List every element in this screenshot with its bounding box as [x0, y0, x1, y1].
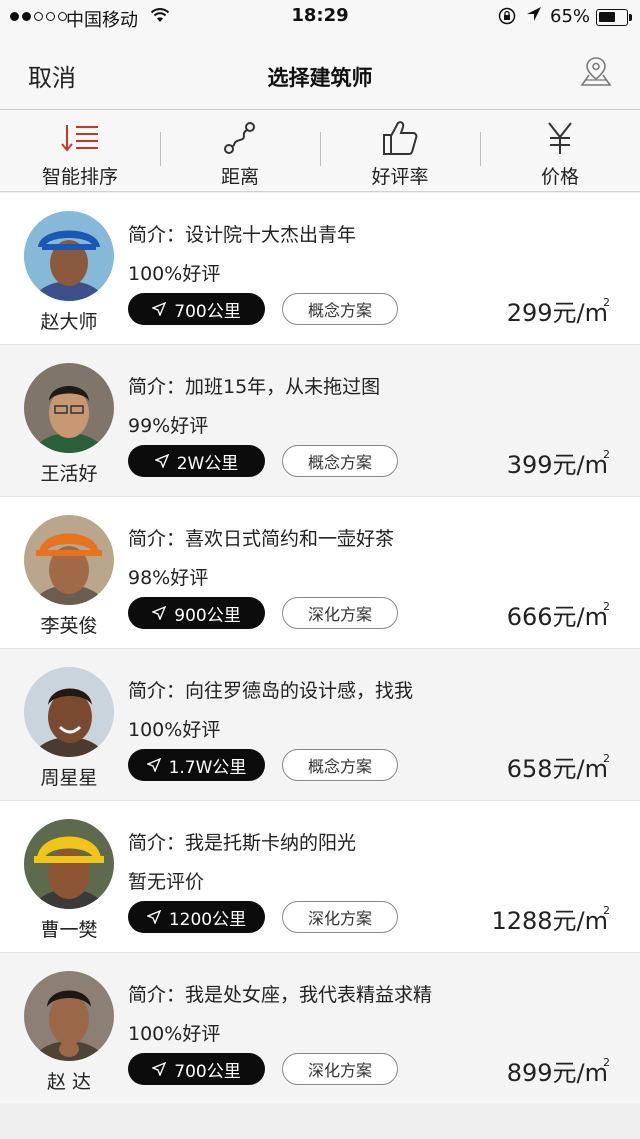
distance-value: 1.7W公里	[168, 757, 247, 778]
distance-button[interactable]: 900公里	[128, 597, 265, 629]
status-bar: 中国移动 18:29 65%	[0, 0, 640, 36]
page-title: 选择建筑师	[267, 66, 373, 90]
price-unit-superscript: 2	[603, 296, 610, 309]
price-unit-superscript: 2	[603, 904, 610, 917]
architect-row[interactable]: 李英俊 简介：喜欢日式简约和一壶好茶 98%好评 900公里 深化方案 666元…	[0, 497, 640, 649]
sort-distance-tab[interactable]: 距离	[160, 110, 320, 192]
price-unit-superscript: 2	[603, 600, 610, 613]
distance-value: 700公里	[174, 1061, 241, 1082]
plan-type-button[interactable]: 概念方案	[282, 445, 398, 477]
map-pin-icon[interactable]	[578, 54, 614, 90]
distance-value: 700公里	[174, 301, 241, 322]
clock: 18:29	[291, 5, 349, 26]
navigate-arrow-icon	[152, 302, 167, 316]
battery-icon	[596, 9, 628, 26]
price: 299元/m	[506, 299, 608, 327]
plan-type-button[interactable]: 深化方案	[282, 901, 398, 933]
architect-intro: 简介：喜欢日式简约和一壶好茶	[128, 528, 395, 550]
battery-tip	[629, 14, 632, 21]
architect-rating: 98%好评	[128, 567, 209, 589]
distance-button[interactable]: 700公里	[128, 1053, 265, 1085]
architect-intro: 简介：我是处女座，我代表精益求精	[128, 984, 433, 1006]
sort-smart-tab[interactable]: 智能排序	[0, 110, 160, 192]
architect-intro: 简介：加班15年，从未拖过图	[128, 376, 381, 398]
navigate-arrow-icon	[152, 1062, 167, 1076]
architect-row[interactable]: 曹一樊 简介：我是托斯卡纳的阳光 暂无评价 1200公里 深化方案 1288元/…	[0, 801, 640, 953]
sort-rating-tab[interactable]: 好评率	[320, 110, 480, 192]
architect-row[interactable]: 赵大师 简介：设计院十大杰出青年 100%好评 700公里 概念方案 299元/…	[0, 193, 640, 345]
avatar	[24, 971, 114, 1061]
location-arrow-icon	[526, 5, 542, 28]
sort-divider	[480, 132, 481, 166]
avatar	[24, 515, 114, 605]
architect-rating: 99%好评	[128, 415, 209, 437]
price: 399元/m	[506, 451, 608, 479]
plan-type-button[interactable]: 概念方案	[282, 749, 398, 781]
distance-value: 2W公里	[176, 453, 239, 474]
architect-name: 王活好	[40, 463, 98, 485]
thumbs-up-icon	[380, 120, 420, 156]
plan-type-button[interactable]: 深化方案	[282, 1053, 398, 1085]
price: 899元/m	[506, 1059, 608, 1087]
avatar	[24, 211, 114, 301]
distance-value: 1200公里	[168, 909, 247, 930]
price-unit-superscript: 2	[603, 1056, 610, 1069]
architect-row[interactable]: 王活好 简介：加班15年，从未拖过图 99%好评 2W公里 概念方案 399元/…	[0, 345, 640, 497]
price: 666元/m	[506, 603, 608, 631]
architect-intro: 简介：我是托斯卡纳的阳光	[128, 832, 357, 854]
price-unit-superscript: 2	[603, 752, 610, 765]
architect-list: 赵大师 简介：设计院十大杰出青年 100%好评 700公里 概念方案 299元/…	[0, 193, 640, 1103]
avatar	[24, 819, 114, 909]
sort-divider	[160, 132, 161, 166]
navigate-arrow-icon	[154, 454, 169, 468]
orientation-lock-icon	[498, 7, 516, 29]
sort-price-label: 价格	[540, 166, 579, 188]
plan-type-button[interactable]: 概念方案	[282, 293, 398, 325]
yen-icon	[542, 120, 578, 156]
architect-name: 李英俊	[40, 615, 98, 637]
architect-rating: 100%好评	[128, 719, 221, 741]
architect-rating: 100%好评	[128, 1023, 221, 1045]
distance-button[interactable]: 1200公里	[128, 901, 265, 933]
navigate-arrow-icon	[146, 910, 161, 924]
architect-rating: 100%好评	[128, 263, 221, 285]
plan-type-button[interactable]: 深化方案	[282, 597, 398, 629]
distance-button[interactable]: 1.7W公里	[128, 749, 265, 781]
battery-percent: 65%	[550, 6, 591, 27]
avatar	[24, 363, 114, 453]
avatar	[24, 667, 114, 757]
sort-price-tab[interactable]: 价格	[480, 110, 640, 192]
sort-smart-label: 智能排序	[41, 166, 118, 188]
sort-rating-label: 好评率	[371, 166, 429, 188]
navigate-arrow-icon	[152, 606, 167, 620]
route-icon	[220, 120, 260, 156]
distance-button[interactable]: 2W公里	[128, 445, 265, 477]
sort-divider	[320, 132, 321, 166]
navigation-bar: 取消 选择建筑师	[0, 36, 640, 110]
architect-row[interactable]: 赵 达 简介：我是处女座，我代表精益求精 100%好评 700公里 深化方案 8…	[0, 953, 640, 1103]
navigate-arrow-icon	[146, 758, 161, 772]
architect-name: 赵大师	[40, 311, 98, 333]
price: 658元/m	[506, 755, 608, 783]
architect-intro: 简介：向往罗德岛的设计感，找我	[128, 680, 414, 702]
distance-button[interactable]: 700公里	[128, 293, 265, 325]
sort-distance-label: 距离	[220, 166, 259, 188]
architect-name: 周星星	[40, 767, 98, 789]
architect-row[interactable]: 周星星 简介：向往罗德岛的设计感，找我 100%好评 1.7W公里 概念方案 6…	[0, 649, 640, 801]
price-unit-superscript: 2	[603, 448, 610, 461]
architect-rating: 暂无评价	[128, 871, 205, 893]
architect-intro: 简介：设计院十大杰出青年	[128, 224, 357, 246]
price: 1288元/m	[491, 907, 608, 935]
distance-value: 900公里	[174, 605, 241, 626]
architect-name: 曹一樊	[40, 919, 98, 941]
architect-name: 赵 达	[46, 1071, 92, 1093]
sort-lines-icon	[59, 120, 101, 156]
